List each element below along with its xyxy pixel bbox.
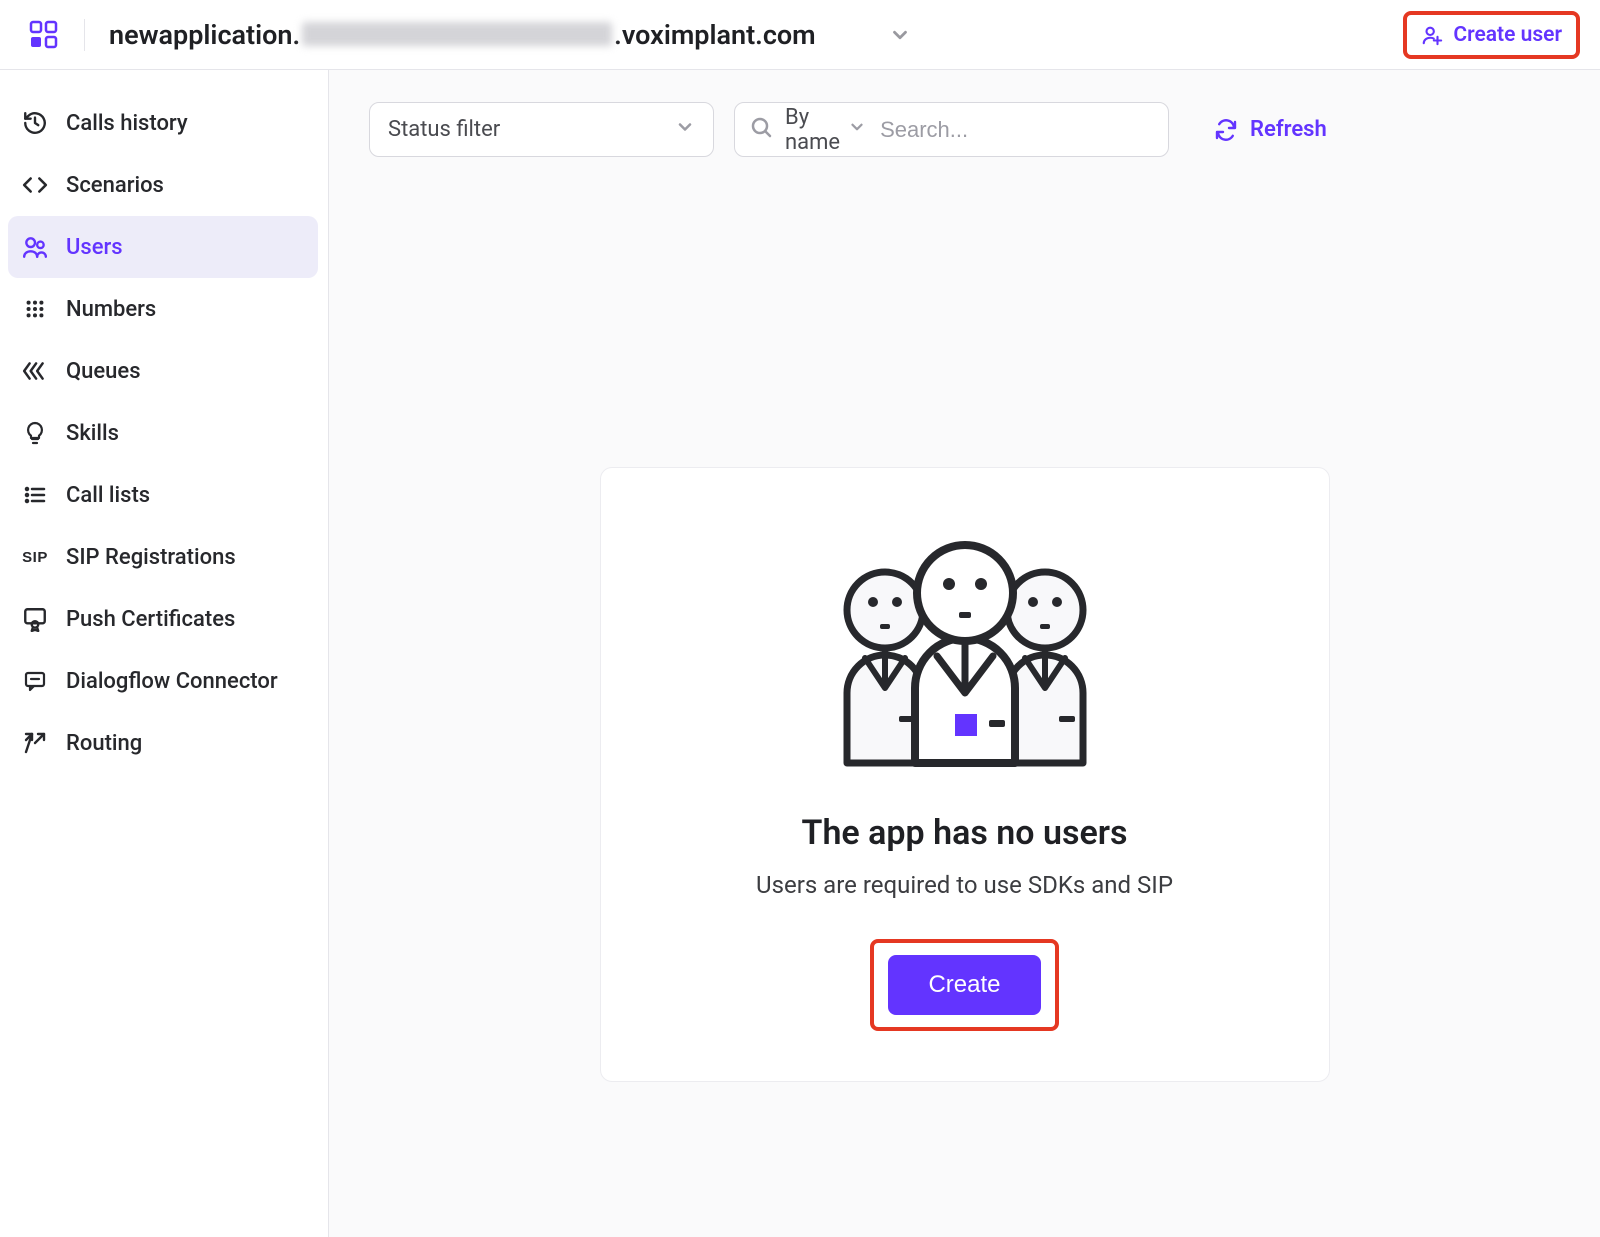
empty-state-title: The app has no users (631, 813, 1299, 853)
bulb-icon (22, 420, 48, 446)
app-header: newapplication. .voximplant.com Create u… (0, 0, 1600, 70)
refresh-label: Refresh (1250, 117, 1327, 142)
empty-state-subtitle: Users are required to use SDKs and SIP (631, 871, 1299, 899)
sidebar-item-sip-registrations[interactable]: SIP SIP Registrations (8, 526, 318, 588)
sidebar-item-label: Call lists (66, 483, 150, 508)
app-title-prefix: newapplication. (109, 19, 300, 51)
refresh-button[interactable]: Refresh (1214, 117, 1327, 142)
sidebar-item-label: Push Certificates (66, 607, 235, 632)
header-divider (84, 19, 85, 51)
empty-state-illustration (825, 538, 1105, 768)
sidebar-item-label: Queues (66, 359, 141, 384)
app-title-redacted (302, 22, 612, 46)
chevron-down-icon (675, 117, 695, 143)
main-content: Status filter By name (329, 70, 1600, 1237)
refresh-icon (1214, 118, 1238, 142)
sidebar-item-label: Skills (66, 421, 119, 446)
create-user-button[interactable]: Create user (1403, 11, 1580, 59)
sidebar-item-label: Numbers (66, 297, 156, 322)
create-user-label: Create user (1453, 23, 1562, 47)
sidebar-item-numbers[interactable]: Numbers (8, 278, 318, 340)
sidebar-item-users[interactable]: Users (8, 216, 318, 278)
app-dropdown[interactable] (886, 21, 914, 49)
sidebar-item-label: Dialogflow Connector (66, 669, 278, 694)
toolbar: Status filter By name (369, 102, 1560, 157)
search-mode-select[interactable]: By name (785, 105, 866, 155)
user-plus-icon (1421, 24, 1443, 46)
app-title-suffix: .voximplant.com (614, 19, 815, 51)
sip-icon: SIP (22, 544, 48, 570)
search-box: By name (734, 102, 1169, 157)
chevron-down-icon (848, 117, 866, 142)
search-icon (749, 115, 773, 145)
code-icon (22, 172, 48, 198)
search-input[interactable] (878, 116, 1170, 144)
create-button[interactable]: Create (888, 955, 1040, 1015)
create-button-highlight: Create (870, 939, 1058, 1031)
sidebar-item-calls-history[interactable]: Calls history (8, 92, 318, 154)
sidebar-item-routing[interactable]: Routing (8, 712, 318, 774)
sidebar-item-label: Scenarios (66, 173, 164, 198)
sidebar-item-call-lists[interactable]: Call lists (8, 464, 318, 526)
empty-state-card: The app has no users Users are required … (600, 467, 1330, 1082)
users-icon (22, 234, 48, 260)
dialpad-icon (22, 296, 48, 322)
sidebar-item-skills[interactable]: Skills (8, 402, 318, 464)
queues-icon (22, 358, 48, 384)
history-icon (22, 110, 48, 136)
sidebar: Calls history Scenarios Users Numbers Qu (0, 70, 329, 1237)
app-title: newapplication. .voximplant.com (109, 19, 816, 51)
chevron-down-icon (889, 24, 911, 46)
search-mode-label: By name (785, 105, 840, 155)
status-filter-select[interactable]: Status filter (369, 102, 714, 157)
sidebar-item-dialogflow-connector[interactable]: Dialogflow Connector (8, 650, 318, 712)
chat-icon (22, 668, 48, 694)
sidebar-item-label: Routing (66, 731, 142, 756)
sidebar-item-queues[interactable]: Queues (8, 340, 318, 402)
sidebar-item-push-certificates[interactable]: Push Certificates (8, 588, 318, 650)
push-cert-icon (22, 606, 48, 632)
routing-icon (22, 730, 48, 756)
sidebar-item-scenarios[interactable]: Scenarios (8, 154, 318, 216)
logo-icon[interactable] (28, 19, 60, 51)
status-filter-label: Status filter (388, 117, 500, 142)
sidebar-item-label: SIP Registrations (66, 545, 236, 570)
sidebar-item-label: Users (66, 235, 123, 260)
sidebar-item-label: Calls history (66, 111, 188, 136)
list-icon (22, 482, 48, 508)
